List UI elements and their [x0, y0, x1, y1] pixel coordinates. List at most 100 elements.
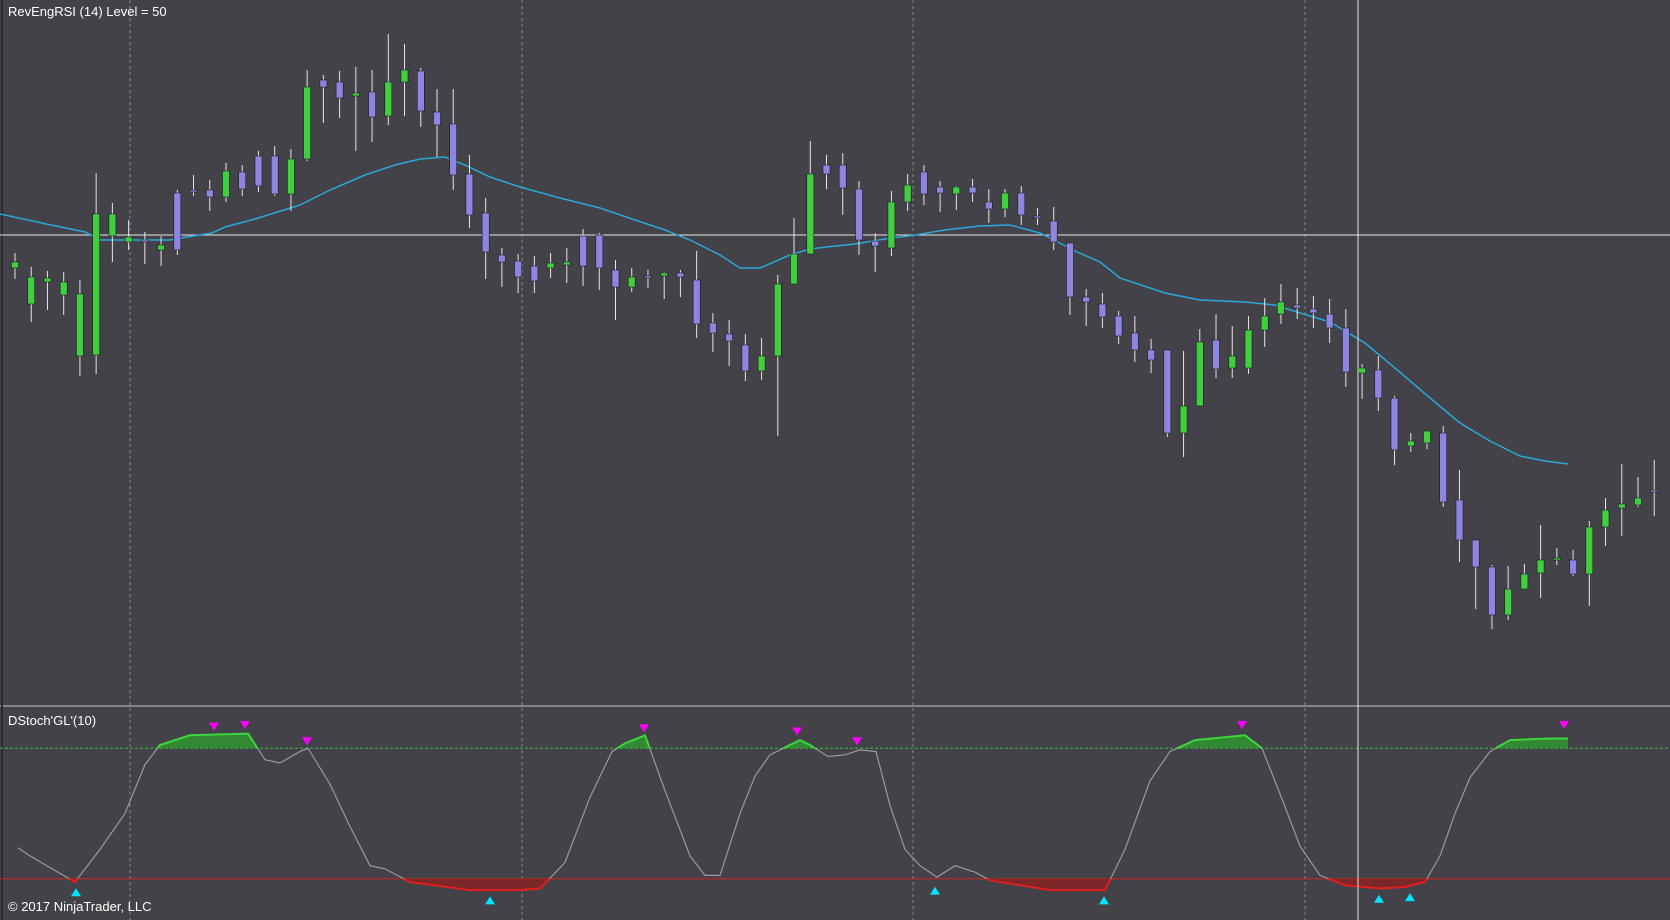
candle-body-down [1033, 215, 1042, 219]
candle-body-down [1374, 369, 1383, 399]
candle-body-up [384, 81, 393, 117]
candle-body-down [936, 186, 944, 194]
candle-body-down [1017, 192, 1026, 216]
candle-body-down [465, 173, 474, 216]
candle-body-up [887, 201, 896, 249]
candle-body-up [351, 92, 360, 97]
candle-body-down [141, 239, 149, 243]
candle-body-down [416, 70, 425, 112]
candle-body-down [595, 234, 604, 269]
candle-body-up [627, 276, 636, 288]
chart-root: RevEngRSI (14) Level = 50 DStoch'GL'(10)… [0, 0, 1670, 920]
candle-body-down [920, 171, 928, 195]
candle-body-down [335, 81, 344, 99]
candle-body-down [449, 123, 458, 176]
candle-body-down [530, 265, 539, 282]
candle-body-up [27, 276, 36, 305]
candle-body-down [1390, 397, 1399, 451]
candle-body-down [644, 275, 652, 279]
candle-body-up [124, 236, 133, 243]
candle-body-down [368, 91, 376, 118]
candle-body-down [206, 189, 214, 198]
candle-body-down [1293, 304, 1301, 309]
candle [254, 151, 263, 192]
candle-body-down [725, 333, 733, 342]
candle [173, 190, 182, 255]
candle-body-down [433, 111, 441, 126]
candle-body-up [76, 293, 84, 357]
candle-body-down [189, 189, 198, 193]
candle-body-up [806, 173, 815, 255]
candle-body-down [1309, 308, 1318, 314]
candle-body-down [1049, 220, 1058, 243]
price-panel-title: RevEngRSI (14) Level = 50 [8, 4, 167, 19]
candle-body-down [855, 188, 863, 241]
candle-body-up [400, 69, 409, 83]
candle-body-down [676, 272, 685, 278]
candle-body-up [1634, 497, 1642, 506]
candle [1439, 426, 1447, 507]
candle-body-up [92, 213, 100, 356]
candle-body-down [1163, 349, 1172, 434]
candle-body-down [481, 212, 490, 253]
candle-body-up [59, 281, 68, 296]
candle-body-up [1536, 559, 1545, 574]
candle-body-down [968, 186, 977, 194]
candle-body-down [1471, 539, 1480, 568]
candle-body-up [1001, 192, 1009, 210]
candle-body-down [1488, 566, 1496, 616]
candle-body-down [238, 171, 246, 190]
candle-body-up [43, 277, 52, 283]
candle-body-down [1082, 296, 1090, 303]
candle-body-down [514, 260, 522, 278]
candle-body-up [1601, 509, 1610, 528]
candle-body-down [1066, 242, 1074, 298]
candle-body-up [1553, 557, 1561, 561]
candle-body-down [1342, 327, 1350, 373]
candle-body-down [173, 192, 182, 251]
candle-body-up [303, 86, 311, 160]
candle-body-down [741, 344, 750, 372]
candle-body-up [1504, 588, 1512, 616]
candle-body-up [757, 355, 766, 372]
candle-body-down [838, 164, 847, 189]
candle-body-up [903, 184, 912, 203]
candle-body-up [1277, 301, 1285, 315]
candle-body-down [270, 155, 279, 195]
candle-body-up [1407, 440, 1415, 447]
candle-body-down [1098, 303, 1107, 318]
candle-body-up [1196, 341, 1204, 407]
chart-background [0, 0, 1670, 920]
candle-body-up [952, 186, 961, 195]
candle-body-down [1439, 432, 1447, 503]
chart-canvas [0, 0, 1670, 920]
candle-body-up [1244, 329, 1253, 369]
candle-body-up [546, 262, 555, 269]
indicator-panel-title: DStoch'GL'(10) [8, 713, 97, 728]
candle-body-up [287, 158, 295, 195]
candle-body-up [1179, 405, 1188, 434]
candle-body-down [1569, 559, 1577, 575]
candle-body-up [1585, 526, 1594, 575]
candle-body-down [871, 240, 880, 247]
candle-body-up [773, 283, 782, 357]
candle-body-down [1114, 315, 1123, 337]
candle-body-up [790, 253, 798, 285]
candle [1163, 349, 1172, 437]
grid-lines [0, 0, 1670, 920]
candle-body-up [562, 261, 571, 266]
candle-body-down [1325, 313, 1334, 329]
candle-body-up [108, 213, 117, 237]
candle-body-up [157, 244, 165, 251]
candle-body-up [1618, 503, 1626, 509]
candle-body-down [611, 269, 620, 288]
candle-body-up [222, 170, 230, 198]
candle-body-down [498, 254, 506, 263]
candle-body-down [1455, 499, 1464, 541]
candle-body-up [1260, 315, 1269, 331]
candle-body-down [579, 235, 587, 267]
candle-body-down [822, 164, 831, 175]
candle-body-down [1650, 489, 1658, 493]
candle-body-down [1147, 349, 1155, 361]
candle-body-up [1358, 367, 1366, 374]
